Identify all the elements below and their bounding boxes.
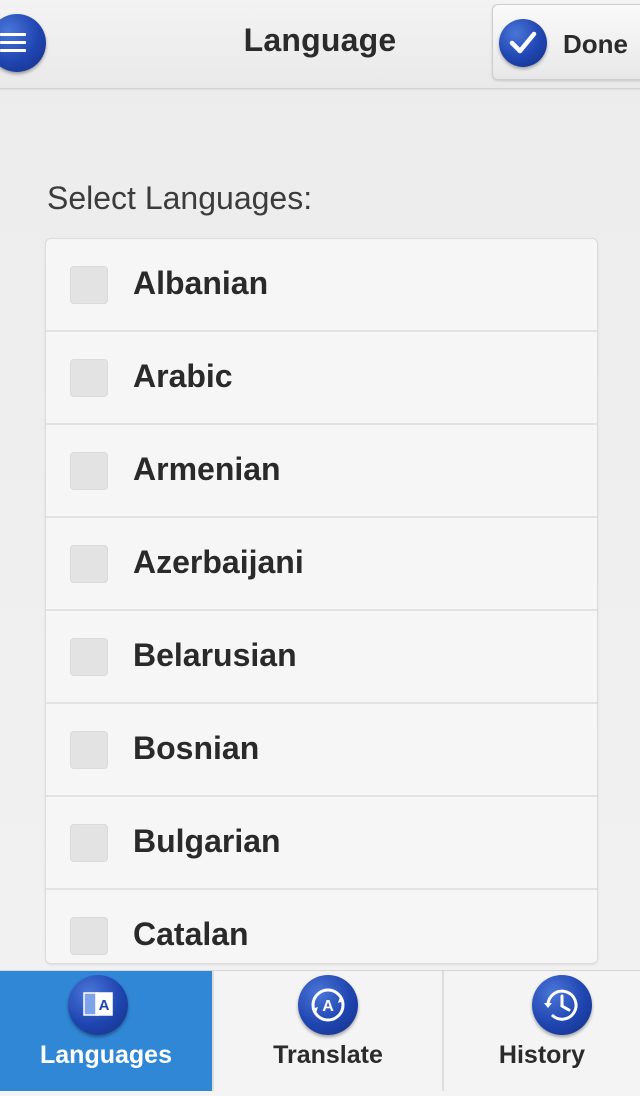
language-label: Armenian [133, 451, 281, 487]
checkbox[interactable] [70, 731, 108, 769]
language-label: Albanian [133, 265, 269, 301]
checkbox[interactable] [70, 452, 108, 490]
top-bar: Language Done [0, 0, 640, 89]
language-list: Albanian Arabic Armenian Azerbaijani Bel… [45, 238, 598, 964]
language-item-arabic[interactable]: Arabic [46, 332, 597, 425]
language-item-bulgarian[interactable]: Bulgarian [46, 797, 597, 890]
done-button[interactable]: Done [492, 4, 640, 80]
translate-icon: A [298, 975, 358, 1035]
checkbox[interactable] [70, 917, 108, 955]
language-item-armenian[interactable]: Armenian [46, 425, 597, 518]
checkbox[interactable] [70, 545, 108, 583]
svg-text:A: A [322, 998, 334, 1015]
tab-history-label: History [498, 1041, 586, 1069]
language-item-albanian[interactable]: Albanian [46, 239, 597, 332]
svg-text:A: A [99, 997, 110, 1014]
language-label: Azerbaijani [133, 544, 304, 580]
language-item-catalan[interactable]: Catalan [46, 890, 597, 963]
languages-icon: A [68, 975, 128, 1035]
checkbox[interactable] [70, 638, 108, 676]
history-icon [532, 975, 592, 1035]
tab-history[interactable]: History [444, 971, 640, 1091]
checkbox[interactable] [70, 824, 108, 862]
section-label: Select Languages: [47, 180, 313, 216]
tab-languages[interactable]: A Languages [0, 971, 212, 1091]
tab-translate[interactable]: A Translate [214, 971, 442, 1091]
language-label: Bulgarian [133, 823, 281, 859]
bottom-tab-bar: A Languages A Translate History [0, 970, 640, 1096]
language-label: Arabic [133, 358, 233, 394]
done-button-label: Done [563, 29, 628, 59]
language-item-bosnian[interactable]: Bosnian [46, 704, 597, 797]
checkbox[interactable] [70, 266, 108, 304]
language-label: Catalan [133, 916, 249, 952]
language-label: Belarusian [133, 637, 297, 673]
checkmark-icon [499, 19, 547, 67]
tab-languages-label: Languages [40, 1041, 172, 1069]
language-label: Bosnian [133, 730, 260, 766]
checkbox[interactable] [70, 359, 108, 397]
language-item-belarusian[interactable]: Belarusian [46, 611, 597, 704]
language-item-azerbaijani[interactable]: Azerbaijani [46, 518, 597, 611]
tab-translate-label: Translate [273, 1041, 383, 1069]
